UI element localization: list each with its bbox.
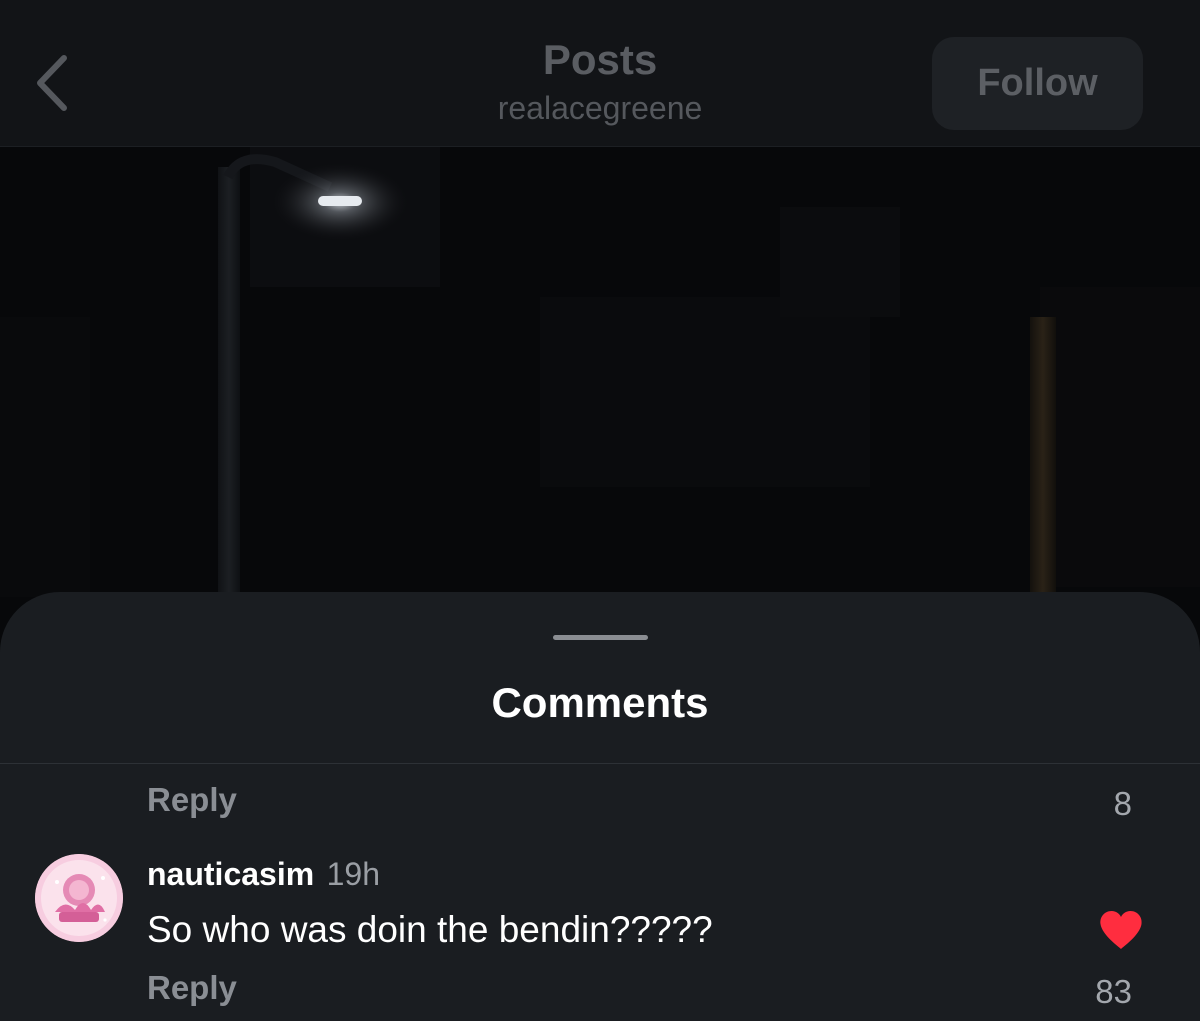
comment-username[interactable]: nauticasim	[147, 856, 314, 892]
comments-title: Comments	[491, 679, 709, 726]
reply-button[interactable]: Reply	[147, 968, 237, 1008]
reply-button[interactable]: Reply	[147, 780, 237, 820]
back-button[interactable]	[30, 52, 80, 114]
sheet-divider	[0, 763, 1200, 764]
avatar[interactable]	[35, 854, 123, 942]
comment-text: So who was doin the bendin?????	[147, 909, 713, 950]
comment-header: nauticasim 19h	[147, 854, 380, 901]
chevron-left-icon	[37, 55, 67, 111]
account-username[interactable]: realacegreene	[350, 86, 850, 130]
like-count: 83	[1095, 973, 1132, 1010]
follow-button[interactable]: Follow	[932, 37, 1143, 130]
post-screen: Posts realacegreene Follow Comments Repl…	[0, 0, 1200, 1021]
comment-timestamp: 19h	[326, 856, 381, 892]
heart-filled-icon	[1100, 911, 1142, 949]
nav-title-block: Posts realacegreene	[350, 34, 850, 130]
like-count: 8	[1113, 785, 1132, 822]
page-title: Posts	[542, 36, 658, 83]
top-navigation-bar: Posts realacegreene Follow	[0, 0, 1200, 147]
sheet-drag-handle[interactable]	[553, 635, 648, 640]
like-button[interactable]	[1098, 909, 1144, 951]
post-media-image[interactable]	[0, 147, 1200, 647]
avatar-image	[35, 854, 123, 942]
night-photo	[0, 147, 1200, 647]
comments-sheet: Comments Reply 8 nauticasim 19h So who w…	[0, 592, 1200, 1021]
